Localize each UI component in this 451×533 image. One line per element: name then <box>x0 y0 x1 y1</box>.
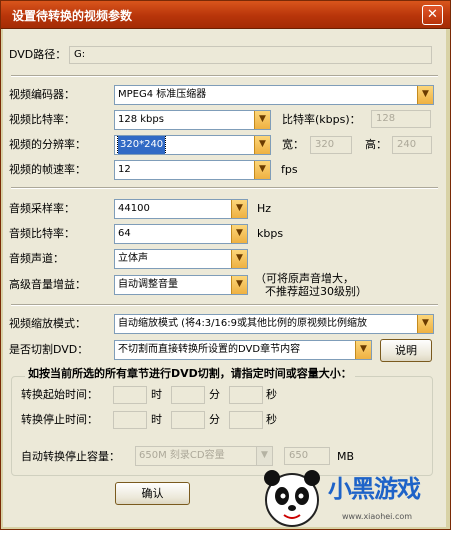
video-bitrate-label: 视频比特率： <box>9 113 75 126</box>
volume-gain-value: 自动调整音量 <box>118 279 178 290</box>
title-bar[interactable]: 设置待转换的视频参数 ✕ <box>1 1 450 29</box>
stop-minute-field[interactable] <box>171 411 205 429</box>
chevron-down-icon[interactable]: ▼ <box>254 161 270 179</box>
volume-gain-select[interactable]: 自动调整音量 ▼ <box>114 275 248 295</box>
framerate-select[interactable]: 12 ▼ <box>114 160 271 180</box>
dvd-path-field: G: <box>69 46 432 64</box>
video-encoder-label: 视频编码器： <box>9 88 75 101</box>
stop-capacity-label: 自动转换停止容量： <box>21 450 120 463</box>
framerate-unit: fps <box>281 163 298 176</box>
chevron-down-icon[interactable]: ▼ <box>256 447 272 465</box>
start-hour-field[interactable] <box>113 386 147 404</box>
framerate-label: 视频的帧速率： <box>9 163 86 176</box>
audio-samplerate-label: 音频采样率： <box>9 202 75 215</box>
audio-channel-label: 音频声道： <box>9 252 64 265</box>
audio-bitrate-value: 64 <box>118 228 131 239</box>
capacity-preset-value: 650M 刻录CD容量 <box>139 450 225 461</box>
capacity-preset-select[interactable]: 650M 刻录CD容量 ▼ <box>135 446 273 466</box>
scale-mode-value: 自动缩放模式 (将4:3/16:9或其他比例的原视频比例缩放 <box>118 318 367 329</box>
resolution-select[interactable]: 320*240 ▼ <box>114 135 271 155</box>
width-label: 宽： <box>282 138 304 151</box>
logo-url: www.xiaohei.com <box>342 512 413 521</box>
chevron-down-icon[interactable]: ▼ <box>254 136 270 154</box>
audio-samplerate-value: 44100 <box>118 203 150 214</box>
close-button[interactable]: ✕ <box>422 5 443 25</box>
watermark-logo: 小黑游戏 www.xiaohei.com <box>262 468 450 530</box>
height-label: 高： <box>365 138 387 151</box>
capacity-field[interactable]: 650 <box>284 447 330 465</box>
height-field[interactable]: 240 <box>392 136 432 154</box>
chevron-down-icon[interactable]: ▼ <box>417 315 433 333</box>
divider <box>11 187 438 189</box>
video-bitrate-select[interactable]: 128 kbps ▼ <box>114 110 271 130</box>
second-unit: 秒 <box>266 413 277 426</box>
cut-dvd-value: 不切割而直接转换所设置的DVD章节内容 <box>118 344 301 355</box>
start-second-field[interactable] <box>229 386 263 404</box>
audio-bitrate-select[interactable]: 64 ▼ <box>114 224 248 244</box>
cut-dvd-label: 是否切割DVD： <box>9 343 89 356</box>
width-field[interactable]: 320 <box>310 136 352 154</box>
hour-unit: 时 <box>151 413 162 426</box>
audio-samplerate-select[interactable]: 44100 ▼ <box>114 199 248 219</box>
bitrate-kbps-label: 比特率(kbps)： <box>282 113 361 126</box>
chevron-down-icon[interactable]: ▼ <box>254 111 270 129</box>
resolution-label: 视频的分辨率： <box>9 138 86 151</box>
audio-bitrate-label: 音频比特率： <box>9 227 75 240</box>
video-encoder-value: MPEG4 标准压缩器 <box>118 89 207 100</box>
scale-mode-select[interactable]: 自动缩放模式 (将4:3/16:9或其他比例的原视频比例缩放 ▼ <box>114 314 434 334</box>
ok-button[interactable]: 确认 <box>115 482 190 505</box>
start-minute-field[interactable] <box>171 386 205 404</box>
dvd-path-label: DVD路径： <box>9 48 67 61</box>
help-button[interactable]: 说明 <box>380 339 432 362</box>
volume-gain-label: 高级音量增益： <box>9 278 86 291</box>
divider <box>11 75 438 77</box>
minute-unit: 分 <box>209 388 220 401</box>
chevron-down-icon[interactable]: ▼ <box>355 341 371 359</box>
video-encoder-select[interactable]: MPEG4 标准压缩器 ▼ <box>114 85 434 105</box>
samplerate-unit: Hz <box>257 202 272 215</box>
stop-hour-field[interactable] <box>113 411 147 429</box>
cut-dvd-select[interactable]: 不切割而直接转换所设置的DVD章节内容 ▼ <box>114 340 372 360</box>
start-time-label: 转换起始时间： <box>21 388 98 401</box>
audio-channel-select[interactable]: 立体声 ▼ <box>114 249 248 269</box>
dialog-body: DVD路径： G: 视频编码器： MPEG4 标准压缩器 ▼ 视频比特率： 12… <box>3 29 446 527</box>
window-title: 设置待转换的视频参数 <box>12 9 133 23</box>
second-unit: 秒 <box>266 388 277 401</box>
chevron-down-icon[interactable]: ▼ <box>231 250 247 268</box>
scale-mode-label: 视频缩放模式： <box>9 317 86 330</box>
divider <box>11 304 438 306</box>
audio-channel-value: 立体声 <box>118 253 148 264</box>
cut-settings-title: 如按当前所选的所有章节进行DVD切割，请指定时间或容量大小： <box>25 366 355 382</box>
volume-gain-hint-2: 不推荐超过30级别） <box>265 285 367 298</box>
bitrate-kbps-field[interactable]: 128 <box>371 110 431 128</box>
hour-unit: 时 <box>151 388 162 401</box>
audio-bitrate-unit: kbps <box>257 227 284 240</box>
resolution-value: 320*240 <box>116 136 167 154</box>
minute-unit: 分 <box>209 413 220 426</box>
capacity-unit: MB <box>337 450 355 463</box>
stop-second-field[interactable] <box>229 411 263 429</box>
logo-text: 小黑游戏 <box>328 475 421 503</box>
video-bitrate-value: 128 kbps <box>118 114 164 125</box>
chevron-down-icon[interactable]: ▼ <box>231 200 247 218</box>
framerate-value: 12 <box>118 164 131 175</box>
stop-time-label: 转换停止时间： <box>21 413 98 426</box>
chevron-down-icon[interactable]: ▼ <box>231 225 247 243</box>
chevron-down-icon[interactable]: ▼ <box>231 276 247 294</box>
chevron-down-icon[interactable]: ▼ <box>417 86 433 104</box>
